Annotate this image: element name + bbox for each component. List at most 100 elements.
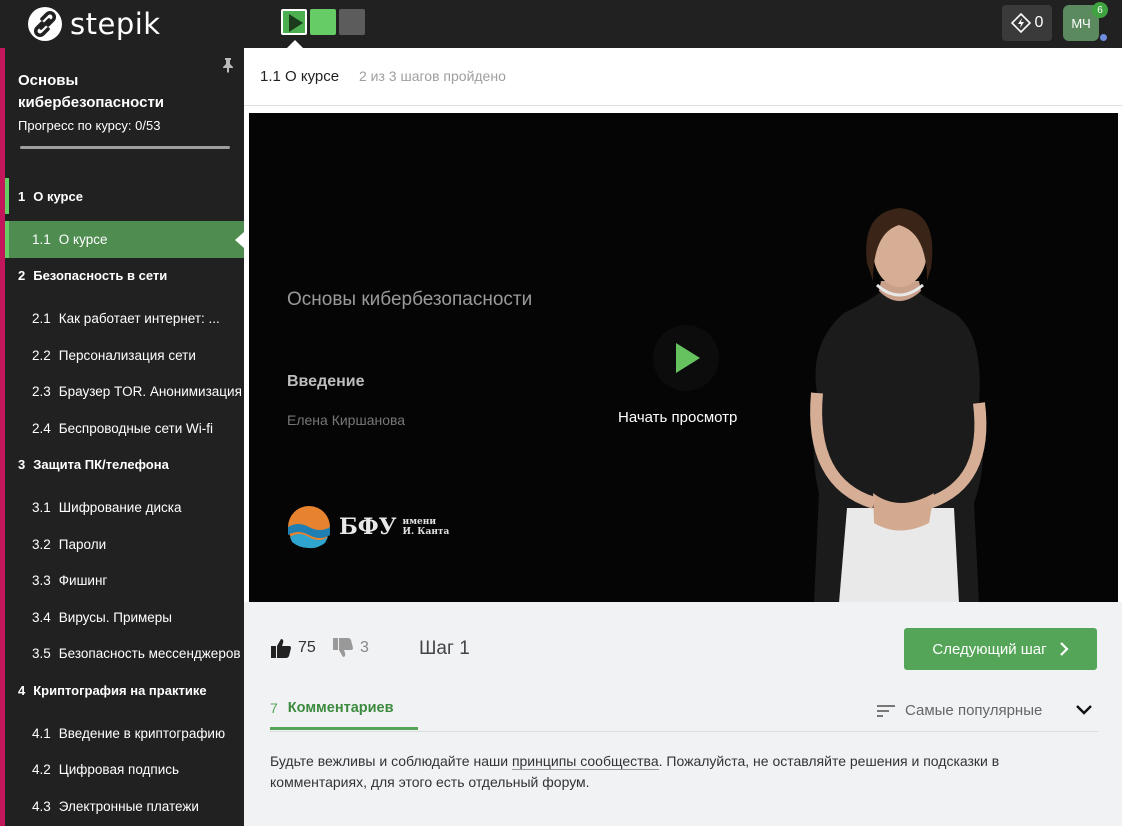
lesson-header: 1.1 О курсе 2 из 3 шагов пройдено: [244, 48, 1122, 106]
rules-text: Будьте вежливы и соблюдайте наши: [270, 753, 512, 769]
module-2[interactable]: 2 Безопасность в сети: [5, 258, 244, 294]
bfu-logo-caption-line: имени: [402, 517, 437, 527]
current-step-pointer: [287, 40, 303, 48]
thumbs-down-icon: [333, 638, 353, 657]
lesson-number: 3.3: [32, 573, 51, 589]
lesson-2-2[interactable]: 2.2 Персонализация сети: [5, 337, 244, 374]
lesson-4-3[interactable]: 4.3 Электронные платежи: [5, 788, 244, 825]
lesson-title: Браузер TOR. Анонимизация: [58, 384, 242, 400]
dislike-button[interactable]: 3: [332, 638, 369, 658]
lesson-name: 1.1 О курсе: [260, 68, 340, 85]
lesson-number: 3.4: [32, 609, 51, 625]
step-3[interactable]: [339, 9, 365, 35]
stepik-logo[interactable]: stepik: [28, 7, 161, 41]
video-subtitle: Введение: [287, 373, 365, 390]
lesson-3-1[interactable]: 3.1 Шифрование диска: [5, 490, 244, 527]
lesson-title: О курсе: [58, 231, 108, 247]
steps-progress: 2 из 3 шагов пройдено: [359, 68, 506, 84]
lesson-number: 4.1: [32, 725, 51, 741]
module-number: 1: [18, 188, 26, 204]
video-course-title: Основы кибербезопасности: [287, 289, 533, 310]
notification-badge: 6: [1092, 2, 1108, 18]
lesson-3-3[interactable]: 3.3 Фишинг: [5, 563, 244, 600]
module-title: Защита ПК/телефона: [33, 457, 169, 472]
lesson-title: Электронные платежи: [58, 798, 199, 814]
module-4[interactable]: 4 Криптография на практике: [5, 672, 244, 708]
course-title[interactable]: Основы кибербезопасности: [18, 70, 218, 114]
module-number: 2: [18, 268, 26, 283]
stepik-logo-icon: [28, 7, 62, 41]
bfu-logo: БФУ имени И. Канта: [287, 505, 449, 549]
lesson-title: Пароли: [58, 536, 107, 552]
lesson-3-4[interactable]: 3.4 Вирусы. Примеры: [5, 599, 244, 636]
sort-label: Самые популярные: [905, 702, 1043, 719]
bfu-logo-caption-line: И. Канта: [402, 527, 450, 537]
bfu-logo-caption: имени И. Канта: [403, 517, 450, 537]
community-guidelines-link[interactable]: принципы сообщества: [511, 753, 659, 770]
lesson-number: 3.5: [32, 646, 51, 662]
module-3[interactable]: 3 Защита ПК/телефона: [5, 447, 244, 483]
course-sidebar: Основы кибербезопасности Прогресс по кур…: [5, 48, 244, 826]
energy-counter[interactable]: 0: [1002, 5, 1052, 41]
lesson-3-2[interactable]: 3.2 Пароли: [5, 526, 244, 563]
lesson-4-2[interactable]: 4.2 Цифровая подпись: [5, 752, 244, 789]
start-watching-label[interactable]: Начать просмотр: [618, 409, 737, 426]
course-progress-label: Прогресс по курсу: 0/53: [18, 118, 161, 133]
divider: [270, 731, 1098, 732]
next-step-button[interactable]: Следующий шаг: [904, 628, 1097, 670]
step-footer: 75 3 Шаг 1 Следующий шаг 7 Комментариев …: [244, 602, 1122, 826]
course-progress-bar: [20, 146, 230, 149]
bfu-logo-text: БФУ: [339, 514, 397, 540]
lesson-title: Шифрование диска: [58, 500, 182, 516]
lesson-2-4[interactable]: 2.4 Беспроводные сети Wi-fi: [5, 410, 244, 447]
sort-icon: [877, 704, 895, 717]
step-navigation: [281, 9, 368, 35]
video-player[interactable]: Основы кибербезопасности Введение Елена …: [249, 113, 1118, 602]
comments-label: Комментариев: [287, 700, 394, 716]
next-step-label: Следующий шаг: [932, 640, 1047, 658]
lesson-title: Вирусы. Примеры: [58, 609, 172, 625]
lesson-2-3[interactable]: 2.3 Браузер TOR. Анонимизация: [5, 374, 244, 411]
lesson-number: 2.2: [32, 347, 51, 363]
lesson-title: Введение в криптографию: [58, 725, 226, 741]
lesson-number: 4.2: [32, 762, 51, 778]
pin-icon[interactable]: [222, 57, 234, 73]
lesson-1-1[interactable]: 1.1 О курсе: [5, 221, 244, 258]
presenter-image: [810, 208, 987, 602]
video-author: Елена Киршанова: [287, 412, 406, 428]
lesson-number: 3.2: [32, 536, 51, 552]
module-number: 3: [18, 457, 26, 472]
lesson-title: Беспроводные сети Wi-fi: [58, 420, 214, 436]
lesson-2-1[interactable]: 2.1 Как работает интернет: ...: [5, 301, 244, 338]
community-rules-notice: Будьте вежливы и соблюдайте наши принцип…: [270, 751, 1090, 793]
lesson-number: 4.3: [32, 798, 51, 814]
online-status-dot: [1100, 34, 1107, 41]
comments-count: 7: [270, 700, 278, 716]
lesson-number: 2.3: [32, 384, 51, 400]
chevron-right-icon: [1059, 642, 1069, 656]
lesson-title: Персонализация сети: [58, 347, 196, 363]
energy-count: 0: [1034, 14, 1044, 31]
step-2[interactable]: [310, 9, 336, 35]
play-button[interactable]: [653, 325, 719, 391]
step-1-video[interactable]: [281, 9, 307, 35]
module-1[interactable]: 1 О курсе: [5, 178, 244, 214]
module-title: О курсе: [33, 188, 83, 204]
comments-sort-select[interactable]: Самые популярные: [877, 702, 1042, 719]
chevron-down-icon[interactable]: [1075, 703, 1093, 717]
logo-text: stepik: [70, 7, 161, 41]
lesson-3-5[interactable]: 3.5 Безопасность мессенджеров: [5, 636, 244, 673]
lesson-title: Как работает интернет: ...: [58, 311, 220, 327]
lesson-number: 1.1: [32, 231, 51, 247]
lesson-4-1[interactable]: 4.1 Введение в криптографию: [5, 715, 244, 752]
lesson-title: Цифровая подпись: [58, 762, 180, 778]
tab-comments[interactable]: 7 Комментариев: [270, 700, 418, 730]
module-number: 4: [18, 682, 26, 698]
play-icon: [676, 343, 700, 373]
lesson-number: 3.1: [32, 500, 51, 516]
dislike-count: 3: [360, 639, 369, 656]
module-title: Криптография на практике: [33, 682, 207, 698]
lesson-title: Безопасность мессенджеров: [58, 646, 241, 662]
like-button[interactable]: 75: [270, 638, 316, 658]
energy-icon: [1010, 13, 1031, 33]
